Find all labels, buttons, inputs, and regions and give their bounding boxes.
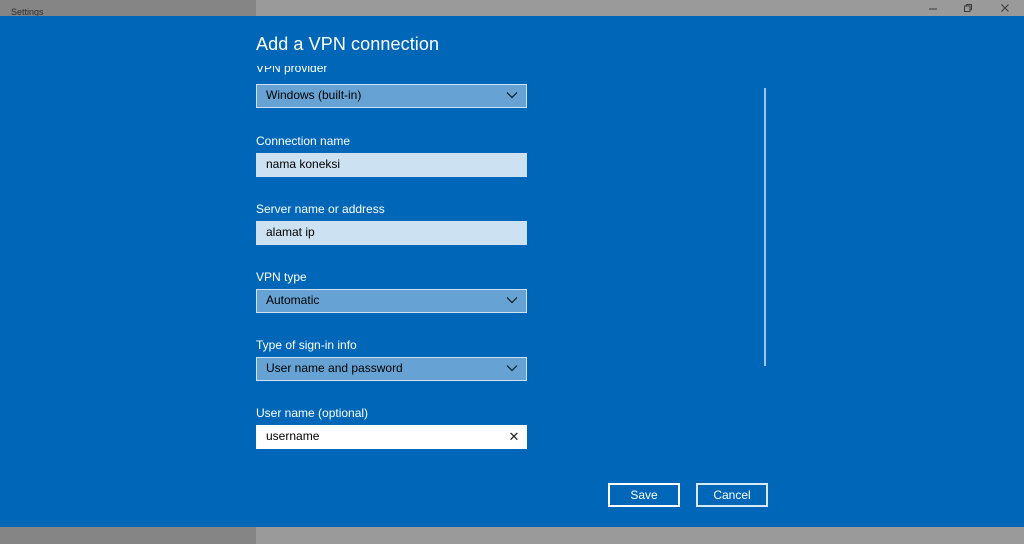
signin-type-label: Type of sign-in info [256, 338, 357, 352]
vpn-provider-label-wrap: VPN provider [256, 66, 327, 75]
add-vpn-dialog: Add a VPN connection VPN provider Window… [0, 16, 1024, 527]
connection-name-value: nama koneksi [266, 157, 341, 171]
minimize-icon[interactable] [926, 3, 940, 15]
connection-name-label: Connection name [256, 134, 351, 148]
close-icon[interactable] [998, 3, 1012, 15]
chevron-down-icon [506, 297, 518, 304]
vpn-provider-select[interactable]: Windows (built-in) [256, 84, 527, 108]
restore-icon[interactable] [961, 3, 975, 15]
vpn-type-label: VPN type [256, 270, 307, 284]
signin-type-select[interactable]: User name and password [256, 357, 527, 381]
vpn-type-select[interactable]: Automatic [256, 289, 527, 313]
username-value: username [266, 429, 320, 443]
save-button[interactable]: Save [608, 483, 680, 507]
server-address-input[interactable]: alamat ip [256, 221, 527, 245]
window-titlebar: Settings [0, 0, 1024, 17]
connection-name-input[interactable]: nama koneksi [256, 153, 527, 177]
chevron-down-icon [506, 365, 518, 372]
server-address-value: alamat ip [266, 225, 315, 239]
scrollbar[interactable] [764, 88, 766, 366]
username-label: User name (optional) [256, 406, 369, 420]
vpn-type-value: Automatic [266, 293, 320, 307]
vpn-provider-value: Windows (built-in) [266, 88, 362, 102]
signin-type-value: User name and password [266, 361, 403, 375]
clear-text-icon[interactable]: ✕ [508, 430, 520, 444]
server-address-label: Server name or address [256, 202, 385, 216]
dialog-title: Add a VPN connection [256, 34, 440, 54]
vpn-provider-label: VPN provider [256, 66, 328, 75]
cancel-button[interactable]: Cancel [696, 483, 768, 507]
chevron-down-icon [506, 92, 518, 99]
username-input[interactable]: username ✕ [256, 425, 527, 449]
